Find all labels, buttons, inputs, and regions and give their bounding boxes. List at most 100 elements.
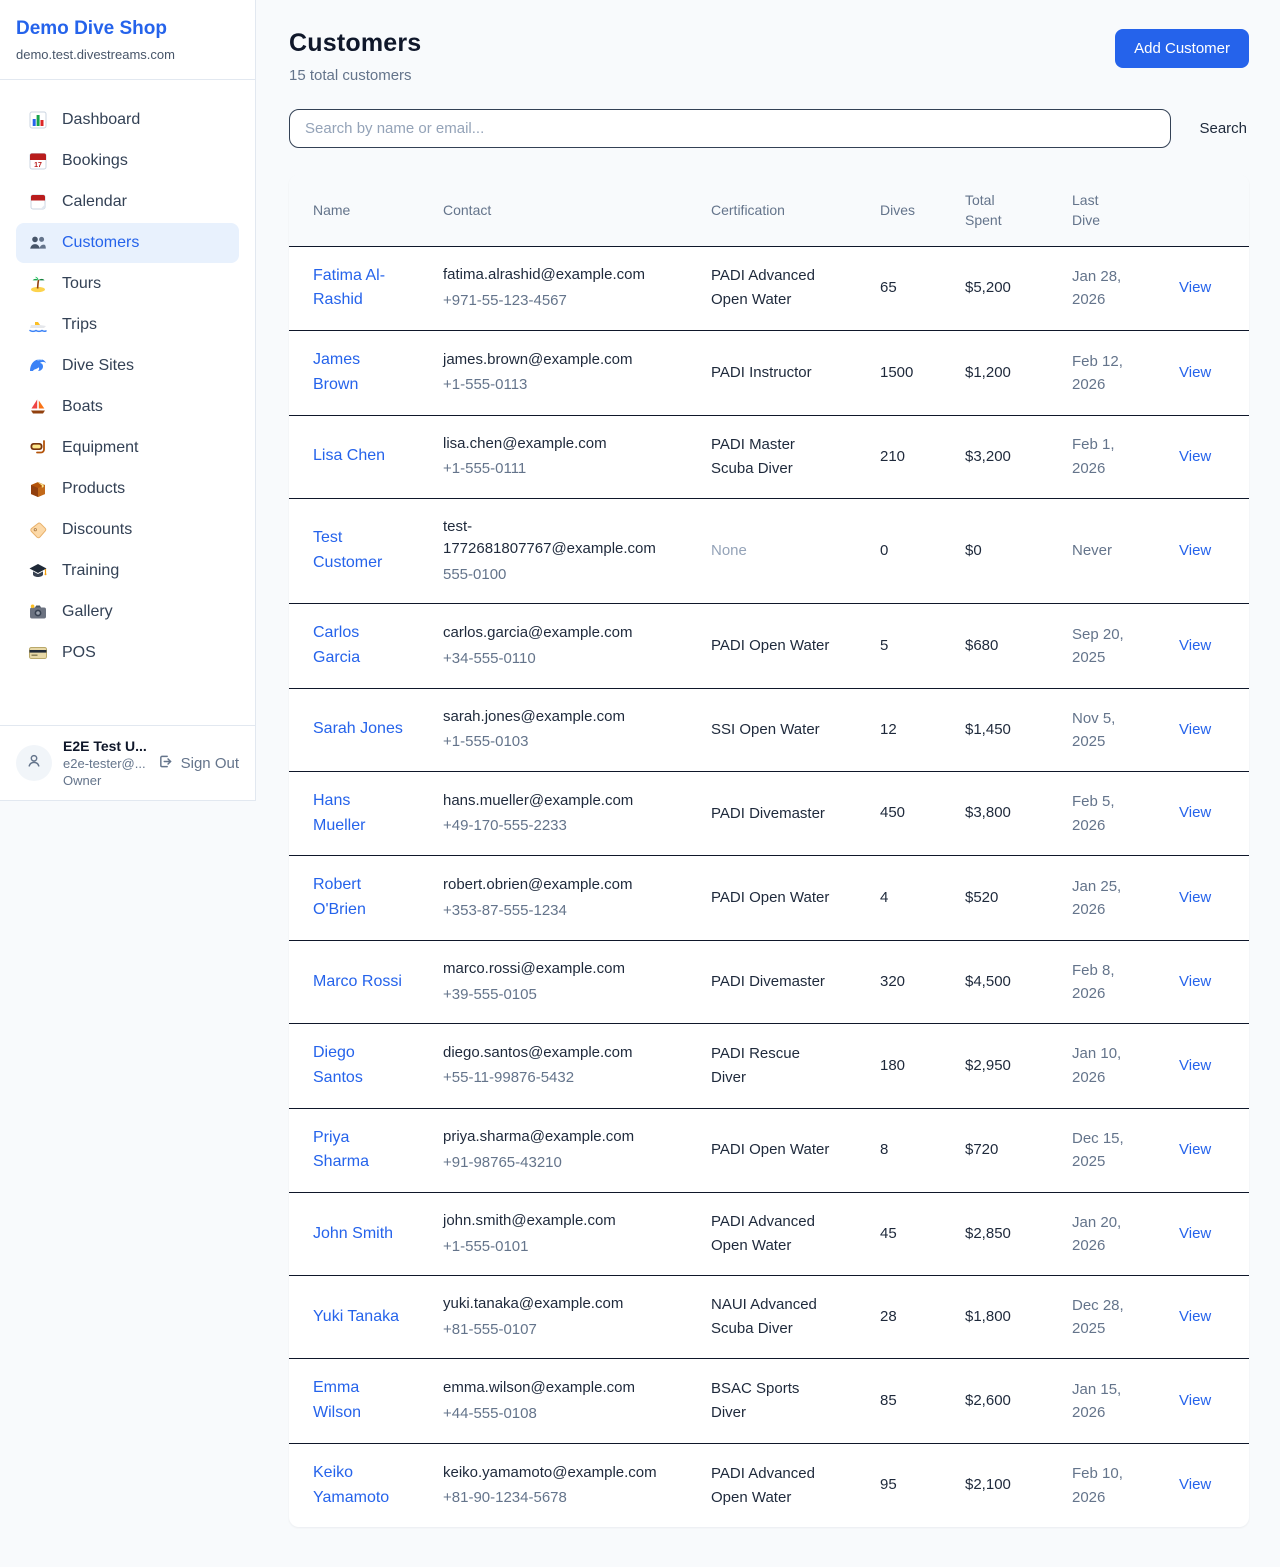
customer-name-link[interactable]: Diego Santos — [313, 1041, 406, 1091]
customer-name-link[interactable]: John Smith — [313, 1222, 393, 1247]
view-link[interactable]: View — [1179, 364, 1211, 381]
customer-total-spent: $2,100 — [957, 1443, 1064, 1527]
view-link[interactable]: View — [1179, 279, 1211, 296]
customer-name-link[interactable]: Carlos Garcia — [313, 621, 406, 671]
customer-total-spent: $2,600 — [957, 1359, 1064, 1444]
customer-total-spent: $3,800 — [957, 771, 1064, 856]
column-header-actions — [1171, 175, 1249, 246]
customer-name-link[interactable]: Lisa Chen — [313, 444, 385, 469]
table-row: Hans Mueller hans.mueller@example.com +4… — [289, 771, 1249, 856]
customer-name-link[interactable]: Sarah Jones — [313, 717, 403, 742]
table-row: Yuki Tanaka yuki.tanaka@example.com +81-… — [289, 1276, 1249, 1359]
customer-dives: 85 — [872, 1359, 957, 1444]
sidebar-item-discounts[interactable]: Discounts — [16, 510, 239, 550]
table-row: John Smith john.smith@example.com +1-555… — [289, 1193, 1249, 1276]
tag-icon — [28, 520, 48, 540]
view-link[interactable]: View — [1179, 1225, 1211, 1242]
view-link[interactable]: View — [1179, 637, 1211, 654]
table-row: Diego Santos diego.santos@example.com +5… — [289, 1024, 1249, 1109]
customer-email: marco.rossi@example.com — [443, 958, 655, 981]
customer-email: carlos.garcia@example.com — [443, 622, 655, 645]
view-link[interactable]: View — [1179, 1308, 1211, 1325]
customer-certification: BSAC Sports Diver — [711, 1377, 838, 1425]
page-header: Customers 15 total customers Add Custome… — [289, 29, 1249, 84]
sidebar-item-trips[interactable]: Trips — [16, 305, 239, 345]
customer-certification: PADI Advanced Open Water — [711, 1210, 838, 1258]
sailboat-icon — [28, 397, 48, 417]
customer-phone: +55-11-99876-5432 — [443, 1067, 695, 1090]
search-button[interactable]: Search — [1197, 120, 1249, 137]
customer-name-link[interactable]: Test Customer — [313, 526, 406, 576]
user-name: E2E Test U... — [63, 738, 146, 754]
sidebar-item-tours[interactable]: Tours — [16, 264, 239, 304]
customer-name-link[interactable]: Priya Sharma — [313, 1126, 406, 1176]
table-row: Fatima Al-Rashid fatima.alrashid@example… — [289, 246, 1249, 331]
search-input[interactable] — [289, 109, 1171, 148]
view-link[interactable]: View — [1179, 1392, 1211, 1409]
customer-email: yuki.tanaka@example.com — [443, 1293, 655, 1316]
view-link[interactable]: View — [1179, 1141, 1211, 1158]
table-row: Marco Rossi marco.rossi@example.com +39-… — [289, 941, 1249, 1024]
user-role: Owner — [63, 773, 146, 788]
sidebar-item-pos[interactable]: POS — [16, 633, 239, 673]
customer-total-spent: $2,950 — [957, 1024, 1064, 1109]
sidebar-item-gallery[interactable]: Gallery — [16, 592, 239, 632]
customer-dives: 1500 — [872, 331, 957, 416]
customer-name-link[interactable]: Keiko Yamamoto — [313, 1461, 406, 1511]
customer-total-spent: $520 — [957, 856, 1064, 941]
customer-email: hans.mueller@example.com — [443, 790, 655, 813]
customer-name-link[interactable]: Hans Mueller — [313, 789, 406, 839]
customer-last-dive: Feb 10, 2026 — [1072, 1462, 1140, 1509]
customer-name-link[interactable]: Fatima Al-Rashid — [313, 264, 406, 314]
customer-last-dive: Jan 28, 2026 — [1072, 265, 1140, 312]
sidebar-item-customers[interactable]: Customers — [16, 223, 239, 263]
customers-table: NameContactCertificationDivesTotal Spent… — [289, 175, 1249, 1527]
view-link[interactable]: View — [1179, 1057, 1211, 1074]
sidebar-item-dive-sites[interactable]: Dive Sites — [16, 346, 239, 386]
view-link[interactable]: View — [1179, 721, 1211, 738]
svg-text:17: 17 — [34, 162, 42, 169]
person-icon — [25, 752, 43, 775]
customer-phone: +971-55-123-4567 — [443, 290, 695, 313]
view-link[interactable]: View — [1179, 804, 1211, 821]
sidebar-item-boats[interactable]: Boats — [16, 387, 239, 427]
customer-total-spent: $3,200 — [957, 415, 1064, 498]
customer-name-link[interactable]: Emma Wilson — [313, 1376, 406, 1426]
customer-email: lisa.chen@example.com — [443, 433, 655, 456]
sidebar-item-training[interactable]: Training — [16, 551, 239, 591]
sign-out-button[interactable]: Sign Out — [157, 753, 239, 774]
column-header-last-dive: Last Dive — [1064, 175, 1171, 246]
customer-phone: +1-555-0103 — [443, 731, 695, 754]
customer-email: john.smith@example.com — [443, 1210, 655, 1233]
view-link[interactable]: View — [1179, 542, 1211, 559]
customer-dives: 210 — [872, 415, 957, 498]
sidebar-item-equipment[interactable]: Equipment — [16, 428, 239, 468]
customer-certification: PADI Advanced Open Water — [711, 264, 838, 312]
graduation-cap-icon — [28, 561, 48, 581]
customer-name-link[interactable]: James Brown — [313, 348, 406, 398]
customer-dives: 45 — [872, 1193, 957, 1276]
main-content: Customers 15 total customers Add Custome… — [256, 0, 1280, 1567]
customer-certification: PADI Rescue Diver — [711, 1042, 838, 1090]
view-link[interactable]: View — [1179, 448, 1211, 465]
sidebar-item-dashboard[interactable]: Dashboard — [16, 100, 239, 140]
customer-certification: PADI Open Water — [711, 1138, 829, 1162]
view-link[interactable]: View — [1179, 889, 1211, 906]
customer-phone: +34-555-0110 — [443, 648, 695, 671]
customer-dives: 65 — [872, 246, 957, 331]
sidebar-item-calendar[interactable]: Calendar — [16, 182, 239, 222]
customer-last-dive: Feb 12, 2026 — [1072, 350, 1140, 397]
customer-certification: PADI Divemaster — [711, 802, 825, 826]
add-customer-button[interactable]: Add Customer — [1115, 29, 1249, 68]
avatar — [16, 745, 52, 781]
table-row: Keiko Yamamoto keiko.yamamoto@example.co… — [289, 1443, 1249, 1527]
customer-name-link[interactable]: Marco Rossi — [313, 970, 402, 995]
customer-name-link[interactable]: Yuki Tanaka — [313, 1305, 399, 1330]
table-row: Emma Wilson emma.wilson@example.com +44-… — [289, 1359, 1249, 1444]
view-link[interactable]: View — [1179, 973, 1211, 990]
customer-phone: +49-170-555-2233 — [443, 815, 695, 838]
customer-dives: 12 — [872, 688, 957, 771]
sidebar-item-bookings[interactable]: 17 Bookings — [16, 141, 239, 181]
customer-name-link[interactable]: Robert O'Brien — [313, 873, 406, 923]
sidebar-item-products[interactable]: Products — [16, 469, 239, 509]
